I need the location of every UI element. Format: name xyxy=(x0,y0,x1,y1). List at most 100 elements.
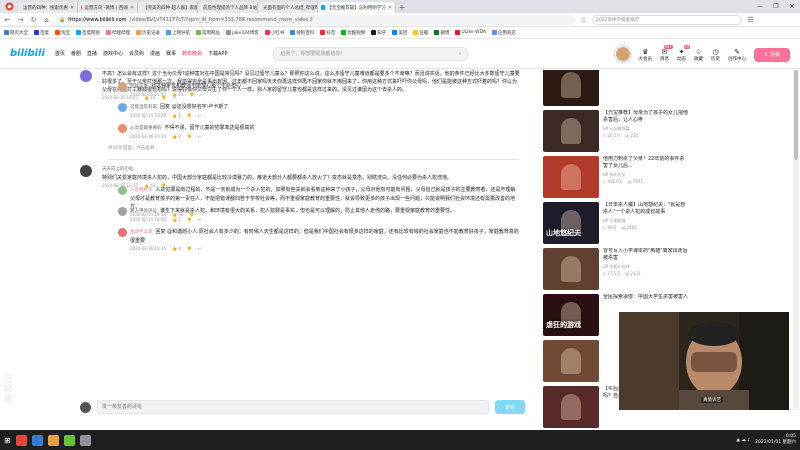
recommended-video[interactable]: 冒号写入小学课本的"英雄"离家出走后被杀害 UP 中国人在线 ▷ 77.5万 ▤ 21… xyxy=(543,248,788,292)
commenter-name[interactable]: 路人甲的评论 xyxy=(130,209,157,214)
like-button[interactable]: 👍 13 xyxy=(172,92,183,97)
taskbar-app-icon[interactable] xyxy=(47,434,59,446)
windows-start-icon[interactable]: ⊞ xyxy=(4,436,11,445)
tab-close-icon[interactable]: ✕ xyxy=(388,5,392,11)
header-icon-0[interactable]: ♛ 大会员 xyxy=(639,48,653,62)
new-tab-button[interactable]: + xyxy=(396,2,408,13)
header-icon-4[interactable]: ◷ 历史 xyxy=(711,48,720,62)
bookmark-item[interactable]: 知乎 xyxy=(371,30,386,36)
tab-close-icon[interactable]: ✕ xyxy=(130,5,134,11)
video-thumbnail[interactable] xyxy=(543,110,599,152)
bookmark-item[interactable]: 抖音 xyxy=(320,30,335,36)
comment-input[interactable] xyxy=(97,400,489,414)
commenter-avatar[interactable] xyxy=(80,165,92,177)
nav-manga[interactable]: 漫画 xyxy=(150,50,160,57)
browser-tab[interactable]: 运营方向 -微博 | 西湖 ✕ xyxy=(78,2,138,13)
video-thumbnail[interactable] xyxy=(543,340,599,382)
site-search-box[interactable]: 给我了，你想要的我都给你! ⌕ xyxy=(273,46,469,61)
commenter-avatar[interactable] xyxy=(118,82,127,91)
like-button[interactable]: 👍 2 xyxy=(172,217,181,222)
commenter-avatar[interactable] xyxy=(118,124,127,133)
back-icon[interactable]: ← xyxy=(3,16,12,24)
nav-newyear-gala[interactable]: 跨年晚会 xyxy=(182,50,202,57)
commenter-name[interactable]: 可能当年有志 xyxy=(130,105,157,110)
video-uploader[interactable]: UP 苏州大学 xyxy=(603,172,688,178)
nav-download-app[interactable]: 下载APP xyxy=(208,50,227,57)
video-title[interactable]: 他用刀刺杀了父亲！22年前的事件杀害了女儿后... xyxy=(603,156,688,170)
bookmark-item[interactable]: 百度网盘 xyxy=(76,30,100,36)
video-thumbnail[interactable]: 山地悠纪夫 xyxy=(543,202,599,244)
like-button[interactable]: 👍 2 xyxy=(172,134,181,139)
bookmark-item[interactable]: 百度 xyxy=(34,30,49,36)
reply-link[interactable]: ↩ xyxy=(198,246,201,251)
browser-tab[interactable]: 【元宝推荐篇】与利用明学习 ✕ xyxy=(318,2,396,13)
bilibili-logo[interactable]: bilibili xyxy=(10,48,45,59)
minimize-button[interactable]: — xyxy=(752,0,768,13)
reply-link[interactable]: ↩ xyxy=(198,113,201,118)
bookmark-item[interactable]: 常用网址 xyxy=(196,30,220,36)
like-button[interactable]: 👍 2 xyxy=(172,113,181,118)
commenter-name[interactable]: 八卦两杆子 xyxy=(130,188,153,193)
taskbar-browser-icon[interactable] xyxy=(15,434,27,446)
thumb-down-icon[interactable]: 👎 xyxy=(187,217,192,222)
video-thumbnail[interactable] xyxy=(543,386,599,428)
tab-close-icon[interactable]: ✕ xyxy=(70,5,74,11)
bookmark-item[interactable]: 豆瓣 xyxy=(413,30,428,36)
thumb-down-icon[interactable]: 👎 xyxy=(187,246,192,251)
commenter-avatar[interactable] xyxy=(118,186,127,195)
mini-video-player[interactable]: 真情诉苦 xyxy=(619,312,789,410)
nav-live[interactable]: 直播 xyxy=(87,50,97,57)
taskbar-app-icon[interactable] xyxy=(79,434,91,446)
video-title[interactable]: 冒号写入小学课本的"英雄"离家出走后被杀害 xyxy=(603,248,688,262)
commenter-name[interactable]: 想说什么说 xyxy=(130,230,153,235)
thumb-down-icon[interactable]: 👎 xyxy=(187,134,192,139)
browser-logo-icon[interactable] xyxy=(0,0,18,13)
thumb-down-icon[interactable]: 👎 xyxy=(187,113,192,118)
commenter-avatar[interactable] xyxy=(80,70,92,82)
video-title[interactable]: 【元宝推荐】母亲为了孩子的女儿把他杀害后，让人心疼 xyxy=(603,110,688,124)
commenter-avatar[interactable] xyxy=(118,207,127,216)
clock[interactable]: 0:05 2022/01/01 星期六 xyxy=(755,434,796,446)
maximize-button[interactable]: ❐ xyxy=(768,0,784,13)
commenter-name[interactable]: 你就是谁 xyxy=(130,84,148,89)
commenter-avatar[interactable] xyxy=(118,228,127,237)
video-uploader[interactable]: UP 元宝推荐篇 xyxy=(603,126,688,132)
video-uploader[interactable]: UP 中国人在线 xyxy=(603,264,688,270)
video-title[interactable]: 【日本杀人魔】山地悠纪夫："就是想杀人"一个杀人犯的成长故事 xyxy=(603,202,688,216)
browser-tab[interactable]: 运营的四种：搜索优惠 ✕ xyxy=(18,2,78,13)
view-more-replies[interactable]: 共34条回复，点击查看 xyxy=(108,145,154,151)
url-field[interactable]: 🔒 https://www.bilibili.com/video/BV1vT41… xyxy=(55,14,575,25)
recommended-video[interactable]: 他用刀刺杀了父亲！22年前的事件杀害了女儿后... UP 苏州大学 ▷ 452.6万… xyxy=(543,156,788,200)
header-icon-3[interactable]: ☆ 收藏 xyxy=(694,48,703,62)
send-button[interactable]: 发布 xyxy=(495,400,525,414)
taskbar-app-icon[interactable] xyxy=(31,434,43,446)
reply-link[interactable]: ↩ xyxy=(200,92,203,97)
nav-anime[interactable]: 番剧 xyxy=(71,50,81,57)
page-scrollbar[interactable] xyxy=(793,70,799,410)
browser-search-field[interactable]: 2022年中学排名排行 xyxy=(592,14,742,25)
bookmark-item[interactable]: ULike WDA xyxy=(455,30,486,35)
recommended-video[interactable]: 【元宝推荐】母亲为了孩子的女儿把他杀害后，让人心疼 UP 元宝推荐篇 ▷ 20.1万… xyxy=(543,110,788,154)
taskbar-app-icon[interactable] xyxy=(63,434,75,446)
bookmark-item[interactable]: 上网导航 xyxy=(166,30,190,36)
browser-tab[interactable]: 【完美的四种-超人群】家能的✕ xyxy=(138,2,198,13)
user-avatar[interactable] xyxy=(614,45,631,62)
video-thumbnail[interactable]: 虐狂的游戏 xyxy=(543,294,599,336)
reply-link[interactable]: ↩ xyxy=(198,134,201,139)
bookmark-item[interactable]: 优酷视频 xyxy=(341,30,365,36)
bookmark-item[interactable]: 搜狗百科 xyxy=(290,30,314,36)
nav-home[interactable]: 首页 xyxy=(55,50,65,57)
bookmark-item[interactable]: 历史记录 xyxy=(136,30,160,36)
header-icon-2[interactable]: ✦ 43 动态 xyxy=(677,44,690,62)
commenter-avatar[interactable] xyxy=(118,103,127,112)
forward-icon[interactable]: → xyxy=(16,16,25,24)
video-title[interactable] xyxy=(603,70,688,78)
bookmark-item[interactable]: 微博 xyxy=(434,30,449,36)
search-icon[interactable]: ⌕ xyxy=(459,51,462,57)
nav-games[interactable]: 游戏中心 xyxy=(103,50,123,57)
header-icon-1[interactable]: ✉ 99+ 消息 xyxy=(660,44,673,62)
like-button[interactable]: 👍 8 xyxy=(172,246,181,251)
reload-icon[interactable]: ↻ xyxy=(29,16,38,24)
commenter-name[interactable]: 心灵是最重要的 xyxy=(130,126,162,131)
bookmark-item[interactable]: 美团 xyxy=(392,30,407,36)
